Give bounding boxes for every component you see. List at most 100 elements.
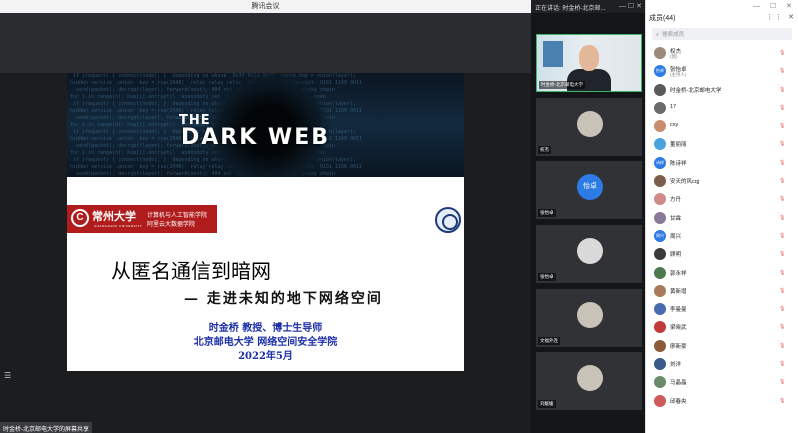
member-avatar [654, 47, 666, 59]
member-avatar [654, 248, 666, 261]
user-avatar [577, 302, 603, 328]
video-tile-name: 张怡卓 [538, 209, 556, 217]
user-avatar: 怡卓 [577, 174, 603, 200]
member-row[interactable]: 方丹 🎙 [646, 191, 798, 209]
member-avatar: 周兴 [654, 229, 666, 242]
member-row[interactable]: 17 🎙 [646, 100, 798, 118]
mic-muted-icon[interactable]: 🎙 [779, 270, 785, 277]
mic-muted-icon[interactable]: 🎙 [779, 123, 785, 130]
member-row[interactable]: 顾明 🎙 [646, 246, 798, 264]
member-list: 权杰 (我) 🎙 怡卓 张怡卓 (主持人) 🎙 时金桥-北京邮电大学 🎙 17 🎙 cxy 🎙 董丽丽 🎙 诗… [646, 45, 798, 411]
university-seal-icon: C [71, 209, 89, 227]
member-avatar [654, 175, 666, 188]
screen-share-label: 时金桥-北京邮电大学的屏幕共享 [0, 422, 92, 433]
mic-muted-icon[interactable]: 🎙 [779, 196, 785, 203]
video-tile[interactable]: 张怡卓 [536, 225, 642, 283]
member-avatar [654, 339, 666, 352]
video-tile[interactable]: 文福外连 [536, 289, 642, 347]
member-name: 时金桥-北京邮电大学 [670, 87, 722, 94]
mic-muted-icon[interactable]: 🎙 [779, 251, 785, 258]
member-row[interactable]: 怡卓 张怡卓 (主持人) 🎙 [646, 63, 798, 81]
mic-muted-icon[interactable]: 🎙 [779, 141, 785, 148]
mic-muted-icon[interactable]: 🎙 [779, 324, 785, 331]
university-name-en: CHANGZHOU UNIVERSITY [94, 224, 143, 228]
video-tile[interactable]: 权杰 [536, 98, 642, 156]
video-tile-name: 文福外连 [538, 337, 560, 345]
slide-date: 2022年5月 [238, 351, 293, 362]
video-tile[interactable]: 刘媛媛 [536, 352, 642, 410]
video-tiles-column: 时金桥-北京邮电大学 权杰 怡卓 张怡卓 张怡卓 文福外连 刘媛媛 [531, 13, 645, 433]
mic-muted-icon[interactable]: 🎙 [779, 68, 785, 75]
video-tile[interactable]: 怡卓 张怡卓 [536, 161, 642, 219]
member-name: 马晶晶 [670, 380, 687, 387]
member-avatar: 怡卓 [654, 65, 666, 78]
university-name: 常州大学 [92, 210, 136, 223]
user-avatar [577, 238, 603, 264]
mic-muted-icon[interactable]: 🎙 [779, 398, 785, 405]
member-name: 安天的风cqj [670, 179, 700, 186]
member-row[interactable]: 诗祥 陈诗祥 🎙 [646, 155, 798, 173]
slide-organization: 北京邮电大学 网络空间安全学院 [193, 337, 338, 348]
slide-title: 从匿名通信到暗网 [111, 259, 271, 283]
members-window-controls[interactable]: — ☐ ✕ [753, 2, 796, 10]
member-name: 邱春央 [670, 398, 687, 405]
member-row[interactable]: 周兴 周兴 🎙 [646, 228, 798, 246]
search-placeholder: 搜索成员 [662, 32, 685, 38]
member-row[interactable]: 刘洋 🎙 [646, 356, 798, 374]
background-shelf [543, 41, 563, 67]
members-header-controls[interactable]: ⋮⋮ ✕ [766, 13, 796, 21]
member-row[interactable]: 廖新豪 🎙 [646, 338, 798, 356]
member-name: 刘洋 [670, 362, 682, 369]
mic-muted-icon[interactable]: 🎙 [779, 87, 785, 94]
slide-author: 时金桥 教授、博士生导师 [208, 323, 323, 334]
speaking-text: 正在讲话: 时金桥-北京邮... [535, 6, 606, 12]
member-row[interactable]: cxy 🎙 [646, 118, 798, 136]
member-avatar [654, 101, 666, 114]
mic-muted-icon[interactable]: 🎙 [779, 178, 785, 185]
member-row[interactable]: 黄新增 🎙 [646, 283, 798, 301]
member-avatar [654, 284, 666, 297]
member-avatar [654, 376, 666, 389]
mic-muted-icon[interactable]: 🎙 [779, 215, 785, 222]
member-name: 方丹 [670, 197, 682, 204]
member-name: cxy [670, 122, 679, 129]
mic-muted-icon[interactable]: 🎙 [779, 306, 785, 313]
video-tile-name: 权杰 [538, 146, 551, 154]
member-row[interactable]: 郭永祥 🎙 [646, 265, 798, 283]
mic-muted-icon[interactable]: 🎙 [779, 288, 785, 295]
member-name: 周兴 [670, 233, 682, 240]
mic-muted-icon[interactable]: 🎙 [779, 50, 785, 57]
member-name: 甘霖 [670, 215, 682, 222]
member-row[interactable]: 权杰 (我) 🎙 [646, 45, 798, 63]
slide-subtitle: — 走进未知的地下网络空间 [184, 291, 383, 307]
member-search-input[interactable]: ⌕ 搜索成员 [652, 28, 792, 40]
member-row[interactable]: 李曼曼 🎙 [646, 301, 798, 319]
bupt-logo-icon [435, 207, 461, 233]
window-controls[interactable]: — ☐ ✕ [619, 2, 642, 10]
mic-muted-icon[interactable]: 🎙 [779, 233, 785, 240]
list-menu-icon[interactable]: ☰ [4, 371, 14, 380]
member-row[interactable]: 时金桥-北京邮电大学 🎙 [646, 82, 798, 100]
dark-web-banner: if (request) { connect(node); } dependin… [67, 73, 464, 177]
mic-muted-icon[interactable]: 🎙 [779, 379, 785, 386]
member-row[interactable]: 董丽丽 🎙 [646, 136, 798, 154]
mic-muted-icon[interactable]: 🎙 [779, 361, 785, 368]
search-icon: ⌕ [656, 32, 660, 38]
member-row[interactable]: 邱春央 🎙 [646, 393, 798, 411]
member-name: 李曼曼 [670, 307, 687, 314]
mic-muted-icon[interactable]: 🎙 [779, 160, 785, 167]
member-row[interactable]: 甘霖 🎙 [646, 210, 798, 228]
members-count: 成员(44) [649, 15, 676, 22]
video-tile[interactable]: 时金桥-北京邮电大学 [536, 34, 642, 92]
mic-muted-icon[interactable]: 🎙 [779, 105, 785, 112]
member-name: 黄新增 [670, 288, 687, 295]
window-title: 腾讯会议 [251, 3, 280, 10]
member-row[interactable]: 马晶晶 🎙 [646, 374, 798, 392]
member-name: 董丽丽 [670, 142, 687, 149]
member-row[interactable]: 梁晓武 🎙 [646, 319, 798, 337]
mic-muted-icon[interactable]: 🎙 [779, 343, 785, 350]
department-line-2: 阿里云大数据学院 [147, 222, 196, 228]
member-row[interactable]: 安天的风cqj 🎙 [646, 173, 798, 191]
member-name: 17 [670, 103, 677, 110]
department-line-1: 计算机与人工智能学院 [147, 213, 208, 219]
